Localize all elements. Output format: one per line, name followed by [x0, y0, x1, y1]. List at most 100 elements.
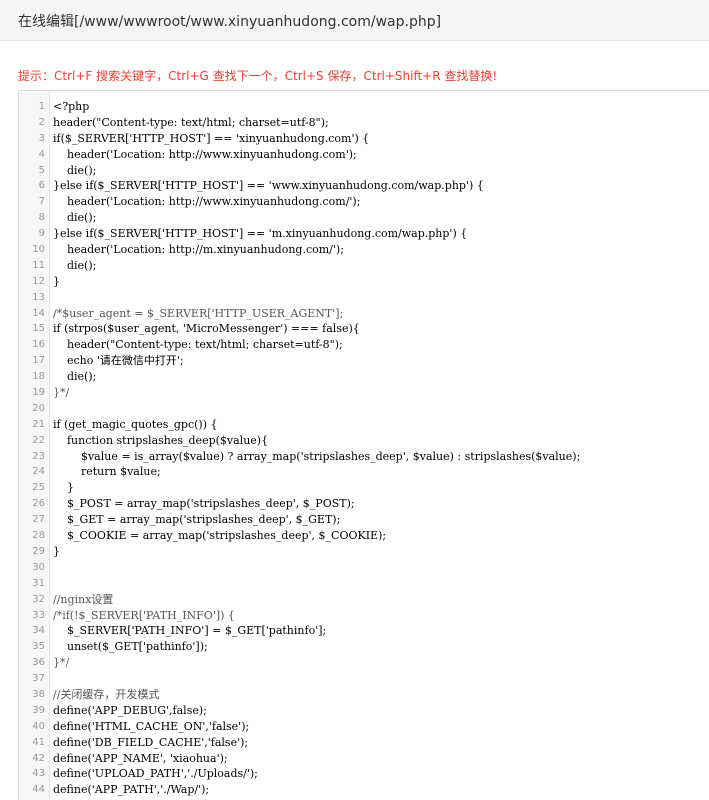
line-code[interactable]: $_COOKIE = array_map('stripslashes_deep'…: [53, 528, 386, 544]
line-code[interactable]: die();: [53, 369, 96, 385]
code-line[interactable]: 13: [19, 290, 709, 306]
line-code[interactable]: //nginx设置: [53, 592, 113, 608]
code-line[interactable]: 14 /*$user_agent = $_SERVER['HTTP_USER_AG…: [19, 306, 709, 322]
code-line[interactable]: 35 unset($_GET['pathinfo']);: [19, 639, 709, 655]
code-line[interactable]: 10 header('Location: http://m.xinyuanhud…: [19, 242, 709, 258]
line-number: 15: [32, 323, 45, 335]
line-code[interactable]: $_SERVER['PATH_INFO'] = $_GET['pathinfo'…: [53, 623, 326, 639]
line-code[interactable]: }: [53, 480, 74, 496]
line-code[interactable]: die();: [53, 258, 96, 274]
code-line[interactable]: 37: [19, 671, 709, 687]
line-code[interactable]: define('APP_NAME', 'xiaohua');: [53, 751, 228, 767]
line-code[interactable]: define('APP_DEBUG',false);: [53, 703, 207, 719]
code-line[interactable]: 11 die();: [19, 258, 709, 274]
line-code[interactable]: }*/: [53, 655, 69, 671]
code-line[interactable]: 15 if (strpos($user_agent, 'MicroMessenge…: [19, 321, 709, 337]
code-line[interactable]: 16 header("Content-type: text/html; char…: [19, 337, 709, 353]
code-line[interactable]: 5 die();: [19, 163, 709, 179]
line-code[interactable]: }: [53, 274, 60, 290]
line-code[interactable]: }else if($_SERVER['HTTP_HOST'] == 'm.xin…: [53, 226, 467, 242]
code-line[interactable]: 36}*/: [19, 655, 709, 671]
line-code[interactable]: define('APP_PATH','./Wap/');: [53, 782, 209, 798]
line-number: 13: [32, 291, 45, 303]
code-lines[interactable]: 1 <?php 2 header("Content-type: text/html; …: [19, 99, 709, 798]
line-code[interactable]: }*/: [53, 385, 69, 401]
line-number: 7: [38, 196, 45, 208]
code-line[interactable]: 4 header('Location: http://www.xinyuanhu…: [19, 147, 709, 163]
code-line[interactable]: 32 //nginx设置: [19, 592, 709, 608]
line-number: 30: [32, 561, 45, 573]
code-line[interactable]: 19 }*/: [19, 385, 709, 401]
code-line[interactable]: 24 return $value;: [19, 464, 709, 480]
line-code[interactable]: return $value;: [53, 464, 161, 480]
line-number: 19: [32, 387, 45, 399]
line-code[interactable]: $value = is_array($value) ? array_map('s…: [53, 449, 580, 465]
line-code[interactable]: $_POST = array_map('stripslashes_deep', …: [53, 496, 355, 512]
line-code[interactable]: /*if(!$_SERVER['PATH_INFO']) {: [53, 608, 235, 624]
line-code[interactable]: define('DB_FIELD_CACHE','false');: [53, 735, 248, 751]
line-code[interactable]: echo '请在微信中打开';: [53, 353, 184, 369]
line-code[interactable]: header('Location: http://m.xinyuanhudong…: [53, 242, 344, 258]
code-line[interactable]: 39 define('APP_DEBUG',false);: [19, 703, 709, 719]
code-line[interactable]: 27 $_GET = array_map('stripslashes_deep'…: [19, 512, 709, 528]
line-code[interactable]: //关闭缓存，开发模式: [53, 687, 159, 703]
code-line[interactable]: 25 }: [19, 480, 709, 496]
code-line[interactable]: 12}: [19, 274, 709, 290]
code-line[interactable]: 2 header("Content-type: text/html; charse…: [19, 115, 709, 131]
line-code[interactable]: if($_SERVER['HTTP_HOST'] == 'xinyuanhudo…: [53, 131, 369, 147]
line-code[interactable]: function stripslashes_deep($value){: [53, 433, 268, 449]
code-line[interactable]: 33 /*if(!$_SERVER['PATH_INFO']) {: [19, 608, 709, 624]
code-line[interactable]: 26 $_POST = array_map('stripslashes_deep…: [19, 496, 709, 512]
line-code[interactable]: }else if($_SERVER['HTTP_HOST'] == 'www.x…: [53, 178, 484, 194]
code-line[interactable]: 42 define('APP_NAME', 'xiaohua');: [19, 751, 709, 767]
code-line[interactable]: 44 define('APP_PATH','./Wap/');: [19, 782, 709, 798]
code-line[interactable]: 18 die();: [19, 369, 709, 385]
code-line[interactable]: 9 }else if($_SERVER['HTTP_HOST'] == 'm.xi…: [19, 226, 709, 242]
code-line[interactable]: 41 define('DB_FIELD_CACHE','false');: [19, 735, 709, 751]
line-code[interactable]: }: [53, 544, 60, 560]
line-code[interactable]: <?php: [53, 99, 89, 115]
line-number: 35: [32, 641, 45, 653]
line-code[interactable]: header('Location: http://www.xinyuanhudo…: [53, 147, 357, 163]
code-line[interactable]: 23 $value = is_array($value) ? array_map…: [19, 449, 709, 465]
line-code[interactable]: header("Content-type: text/html; charset…: [53, 337, 343, 353]
code-editor[interactable]: 1 <?php 2 header("Content-type: text/html; …: [18, 90, 709, 800]
line-code[interactable]: die();: [53, 210, 96, 226]
code-line[interactable]: 31: [19, 576, 709, 592]
code-line[interactable]: 1 <?php: [19, 99, 709, 115]
line-code[interactable]: define('UPLOAD_PATH','./Uploads/');: [53, 766, 258, 782]
line-code[interactable]: define('HTML_CACHE_ON','false');: [53, 719, 249, 735]
line-code[interactable]: /*$user_agent = $_SERVER['HTTP_USER_AGEN…: [53, 306, 343, 322]
line-number: 1: [38, 101, 45, 112]
line-number: 28: [32, 530, 45, 542]
line-code[interactable]: unset($_GET['pathinfo']);: [53, 639, 208, 655]
line-code[interactable]: if (strpos($user_agent, 'MicroMessenger'…: [53, 321, 360, 337]
code-line[interactable]: 43 define('UPLOAD_PATH','./Uploads/');: [19, 766, 709, 782]
code-line[interactable]: 38 //关闭缓存，开发模式: [19, 687, 709, 703]
line-code[interactable]: header('Location: http://www.xinyuanhudo…: [53, 194, 360, 210]
code-line[interactable]: 20: [19, 401, 709, 417]
code-line[interactable]: 3 if($_SERVER['HTTP_HOST'] == 'xinyuanhud…: [19, 131, 709, 147]
code-line[interactable]: 34 $_SERVER['PATH_INFO'] = $_GET['pathin…: [19, 623, 709, 639]
code-line[interactable]: 29}: [19, 544, 709, 560]
line-code[interactable]: header("Content-type: text/html; charset…: [53, 115, 329, 131]
code-line[interactable]: 21 if (get_magic_quotes_gpc()) {: [19, 417, 709, 433]
line-number: 27: [32, 514, 45, 526]
line-number: 10: [32, 244, 45, 256]
line-code[interactable]: die();: [53, 163, 96, 179]
code-line[interactable]: 6}else if($_SERVER['HTTP_HOST'] == 'www.…: [19, 178, 709, 194]
line-code[interactable]: if (get_magic_quotes_gpc()) {: [53, 417, 218, 433]
code-line[interactable]: 8 die();: [19, 210, 709, 226]
line-number: 17: [32, 355, 45, 367]
code-line[interactable]: 7 header('Location: http://www.xinyuanhu…: [19, 194, 709, 210]
line-number: 3: [38, 132, 45, 144]
line-number: 9: [38, 228, 45, 240]
code-line[interactable]: 22 function stripslashes_deep($value){: [19, 433, 709, 449]
line-code[interactable]: $_GET = array_map('stripslashes_deep', $…: [53, 512, 340, 528]
code-line[interactable]: 28 $_COOKIE = array_map('stripslashes_de…: [19, 528, 709, 544]
code-line[interactable]: 30: [19, 560, 709, 576]
code-line[interactable]: 17 echo '请在微信中打开';: [19, 353, 709, 369]
line-number: 4: [38, 148, 45, 160]
line-number: 20: [32, 402, 45, 414]
code-line[interactable]: 40 define('HTML_CACHE_ON','false');: [19, 719, 709, 735]
